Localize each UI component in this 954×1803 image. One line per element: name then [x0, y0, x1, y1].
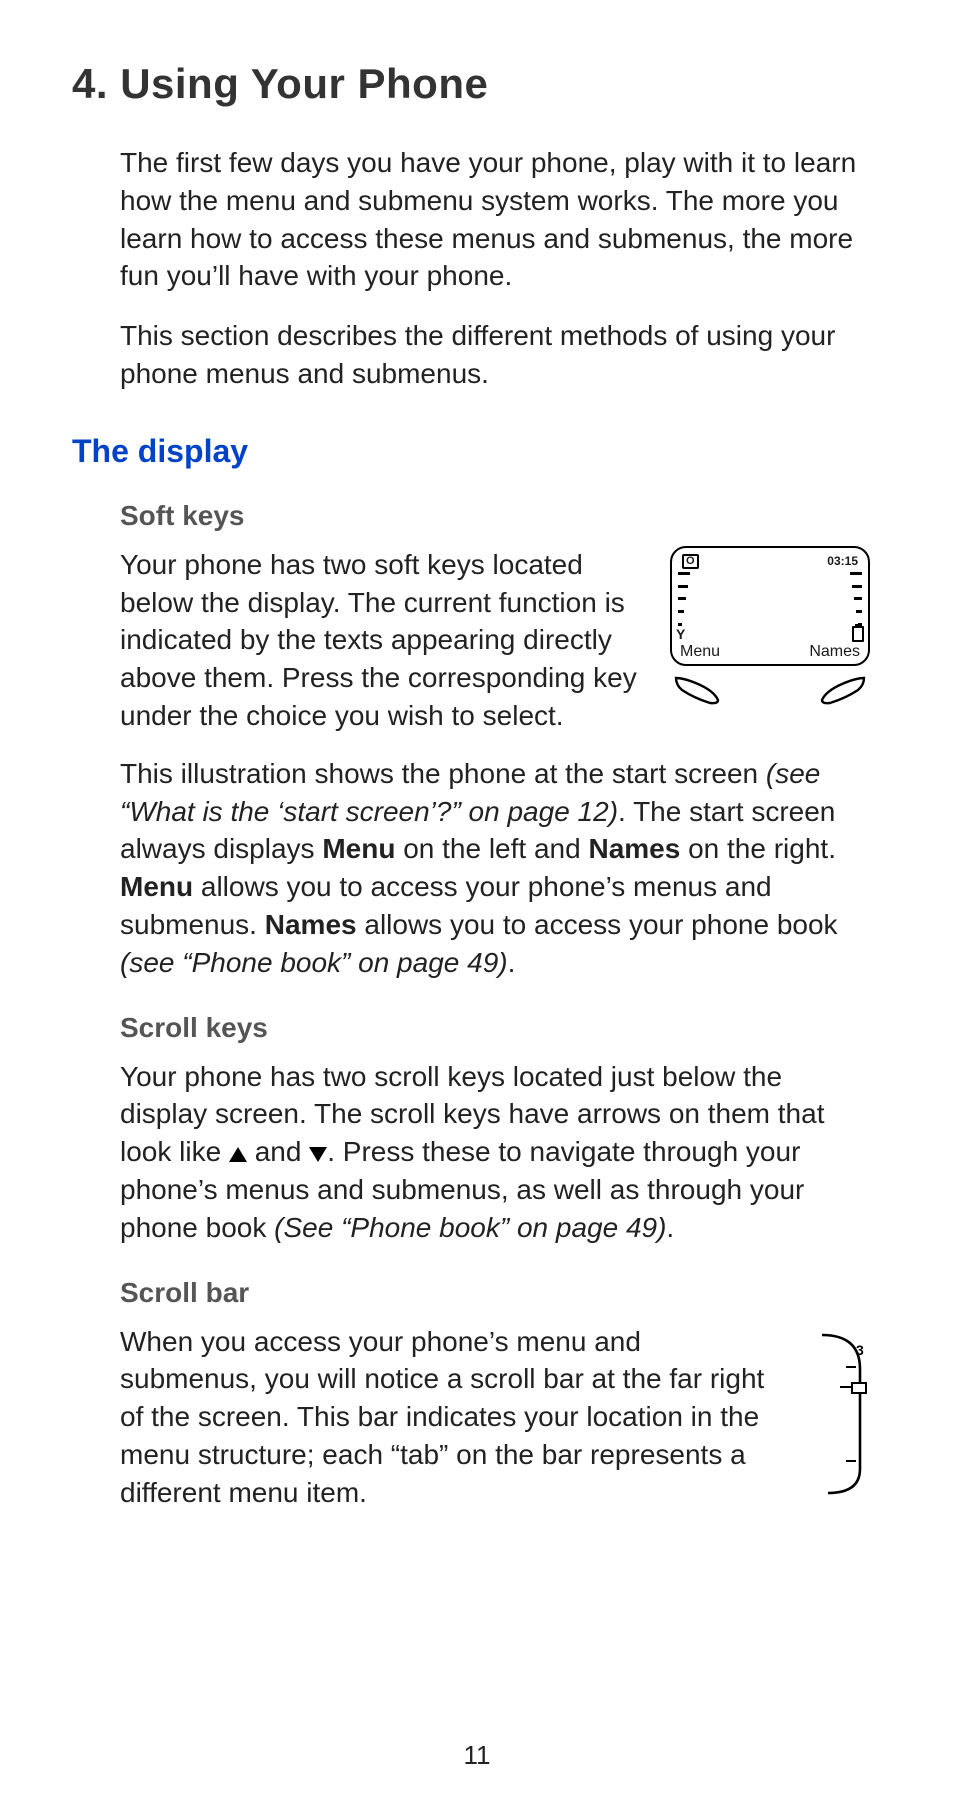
- cross-reference: (See “Phone book” on page 49): [274, 1212, 666, 1243]
- page-number: 11: [0, 1740, 954, 1771]
- scrollbar-paragraph: When you access your phone’s menu and su…: [120, 1323, 784, 1512]
- names-label: Names: [588, 833, 680, 864]
- softkeys-paragraph-2: This illustration shows the phone at the…: [120, 755, 870, 982]
- text: allows you to access your phone book: [357, 909, 838, 940]
- antenna-icon: Y: [676, 626, 685, 642]
- softkeys-paragraph-1: Your phone has two soft keys located bel…: [120, 546, 642, 735]
- subhead-scroll-bar: Scroll bar: [120, 1277, 870, 1309]
- names-label: Names: [265, 909, 357, 940]
- battery-icon: [852, 626, 864, 642]
- scrollbar-text: When you access your phone’s menu and su…: [120, 1323, 784, 1532]
- signal-bars-icon: [678, 572, 690, 626]
- scrollkeys-paragraph: Your phone has two scroll keys located j…: [120, 1058, 870, 1247]
- menu-label: Menu: [322, 833, 395, 864]
- text: This illustration shows the phone at the…: [120, 758, 766, 789]
- subhead-scroll-keys: Scroll keys: [120, 1012, 870, 1044]
- intro-block: The first few days you have your phone, …: [120, 144, 870, 393]
- scrollbar-row: When you access your phone’s menu and su…: [120, 1323, 870, 1532]
- phone-screen: O 03:15 Y Menu Names: [670, 546, 870, 666]
- text: .: [508, 947, 516, 978]
- phone-softkey-buttons: [670, 676, 870, 706]
- subhead-soft-keys: Soft keys: [120, 500, 870, 532]
- text: on the right.: [680, 833, 836, 864]
- section-body: Soft keys Your phone has two soft keys l…: [120, 500, 870, 1532]
- softkeys-row: Your phone has two soft keys located bel…: [120, 546, 870, 755]
- phone-illustration: O 03:15 Y Menu Names: [670, 546, 870, 706]
- phone-topbar: O 03:15: [682, 554, 858, 569]
- phone-clock: 03:15: [827, 554, 858, 569]
- arrow-down-icon: [309, 1147, 327, 1162]
- scrollbar-icon: 3: [810, 1329, 870, 1499]
- operator-icon: O: [682, 554, 699, 569]
- text: on the left and: [395, 833, 588, 864]
- page: 4. Using Your Phone The first few days y…: [0, 0, 954, 1803]
- intro-paragraph-2: This section describes the different met…: [120, 317, 870, 393]
- softkey-left-icon: [674, 676, 720, 706]
- battery-bars-icon: [850, 572, 862, 626]
- arrow-up-icon: [229, 1147, 247, 1162]
- softkey-right-icon: [820, 676, 866, 706]
- phone-softkey-labels: Menu Names: [680, 643, 860, 661]
- cross-reference: (see “Phone book” on page 49): [120, 947, 508, 978]
- section-the-display: The display: [72, 433, 882, 470]
- softkeys-text: Your phone has two soft keys located bel…: [120, 546, 642, 755]
- softkey-label-right: Names: [809, 643, 860, 661]
- menu-label: Menu: [120, 871, 193, 902]
- scrollbar-illustration: 3: [810, 1329, 870, 1504]
- text: .: [666, 1212, 674, 1243]
- scrollbar-position-number: 3: [856, 1342, 864, 1358]
- softkey-label-left: Menu: [680, 643, 720, 661]
- text: and: [247, 1136, 309, 1167]
- chapter-title: 4. Using Your Phone: [72, 60, 882, 108]
- intro-paragraph-1: The first few days you have your phone, …: [120, 144, 870, 295]
